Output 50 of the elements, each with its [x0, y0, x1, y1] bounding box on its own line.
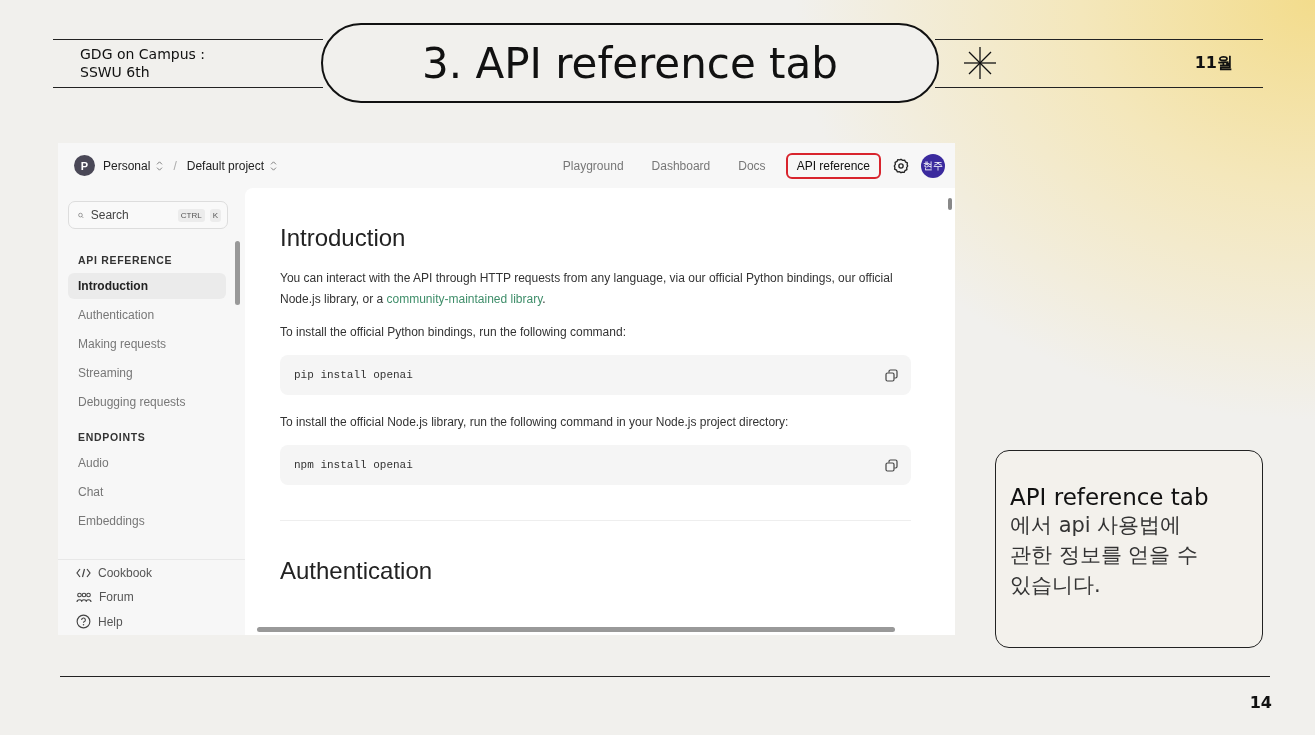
copy-icon[interactable]: [885, 368, 898, 382]
footer-link[interactable]: Cookbook: [76, 566, 245, 580]
sidebar-item[interactable]: Authentication: [68, 302, 226, 328]
nav-link[interactable]: Docs: [730, 153, 774, 178]
sparkle-icon: [963, 46, 997, 80]
sidebar-item[interactable]: Embeddings: [68, 508, 226, 534]
shortcut-key: CTRL: [177, 208, 205, 222]
organizer-text: GDG on Campus : SSWU 6th: [79, 45, 206, 81]
search-input[interactable]: Search: [88, 207, 173, 223]
sidebar-item[interactable]: Debugging requests: [68, 389, 226, 415]
paragraph: To install the official Node.js library, run the following command in your Node.js project directory:: [280, 414, 790, 431]
nav-link[interactable]: API reference: [785, 152, 881, 179]
chevron-up-down-icon: [156, 160, 164, 171]
breadcrumb-separator: /: [173, 158, 177, 173]
sidebar-item[interactable]: Chat: [68, 479, 226, 505]
code-text: npm install openai: [294, 459, 413, 471]
search-field[interactable]: Search CTRL K: [68, 201, 228, 229]
sidebar-item[interactable]: Streaming: [68, 360, 226, 386]
org-switcher[interactable]: Personal: [103, 158, 164, 173]
section-heading: Authentication: [280, 557, 434, 585]
footer-link[interactable]: Help: [76, 614, 245, 629]
section-heading: API REFERENCE: [77, 253, 174, 268]
user-avatar[interactable]: 현주: [921, 153, 945, 178]
slide-title: 3. API reference tab: [321, 23, 939, 103]
people-icon: [76, 591, 92, 603]
section-heading: Introduction: [280, 224, 407, 252]
page-number: 14: [1249, 693, 1272, 712]
code-text: pip install openai: [294, 369, 413, 381]
sidebar-item[interactable]: Audio: [68, 450, 226, 476]
paragraph: To install the official Python bindings, run the following command:: [280, 324, 627, 341]
sidebar-item[interactable]: Introduction: [68, 273, 226, 299]
note-title: API reference tab: [1010, 484, 1210, 510]
org-avatar: P: [74, 155, 95, 176]
nav-link[interactable]: Playground: [554, 153, 632, 178]
month-label: 11월: [1194, 52, 1233, 74]
section-heading: ENDPOINTS: [77, 430, 147, 445]
scrollbar[interactable]: [257, 627, 895, 632]
paragraph: You can interact with the API through HTTP requests from any language, via our official Python bindings, our official Node.js library, or a community-maintained library.: [280, 270, 894, 308]
copy-icon[interactable]: [885, 458, 898, 472]
nav-link[interactable]: Dashboard: [643, 153, 719, 178]
scrollbar[interactable]: [948, 198, 953, 212]
project-switcher[interactable]: Default project: [186, 158, 278, 173]
shortcut-key: K: [209, 208, 221, 222]
chevron-up-down-icon: [270, 160, 278, 171]
settings-icon[interactable]: [893, 157, 909, 174]
sidebar-item[interactable]: Making requests: [68, 331, 226, 357]
code-icon: [76, 568, 91, 578]
footer-link[interactable]: Forum: [76, 590, 245, 604]
help-icon: [76, 614, 91, 629]
note-text: 에서 api 사용법에 관한 정보를 얻을 수 있습니다.: [1010, 512, 1200, 599]
